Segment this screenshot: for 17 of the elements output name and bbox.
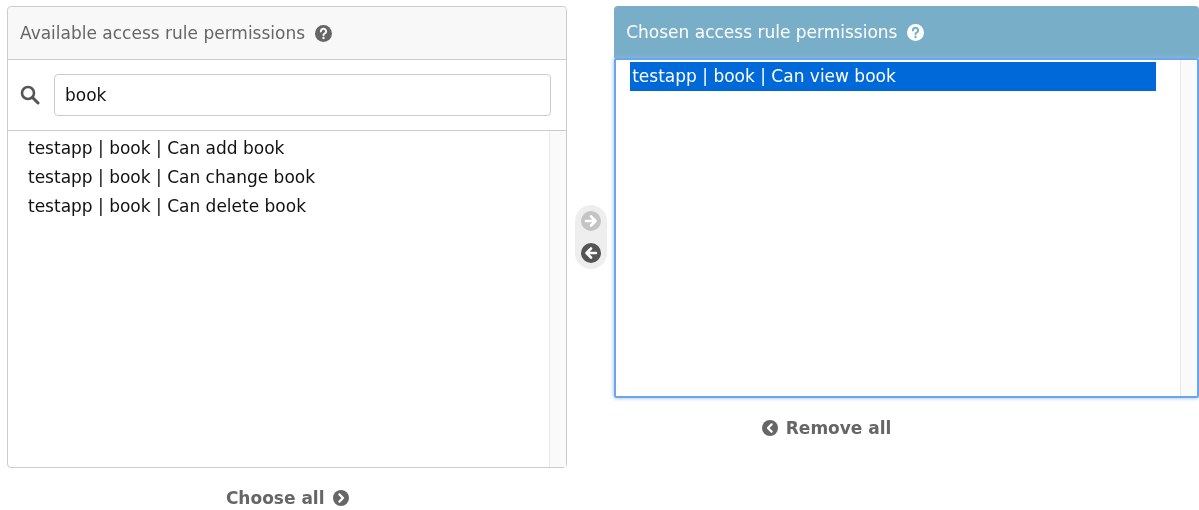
chosen-list[interactable]: testapp | book | Can view book [614, 58, 1199, 398]
remove-button[interactable] [580, 243, 601, 263]
help-icon[interactable] [315, 24, 333, 42]
search-field[interactable]: book [54, 74, 552, 116]
remove-all-link[interactable]: Remove all [761, 418, 892, 438]
option-item[interactable]: testapp | book | Can delete book [26, 192, 550, 221]
panel-title: Available access rule permissions [20, 23, 306, 43]
choose-all-link[interactable]: Choose all [225, 488, 349, 508]
chevron-right-icon [332, 490, 349, 506]
arrow-right-icon [580, 211, 601, 231]
arrow-left-icon [580, 243, 601, 263]
search-icon [20, 85, 40, 105]
option-item[interactable]: testapp | book | Can add book [26, 134, 550, 163]
panel-title: Chosen access rule permissions [626, 22, 898, 42]
chevron-left-icon [761, 420, 778, 436]
option-item[interactable]: testapp | book | Can change book [26, 163, 550, 192]
option-item[interactable]: testapp | book | Can view book [630, 62, 1157, 91]
